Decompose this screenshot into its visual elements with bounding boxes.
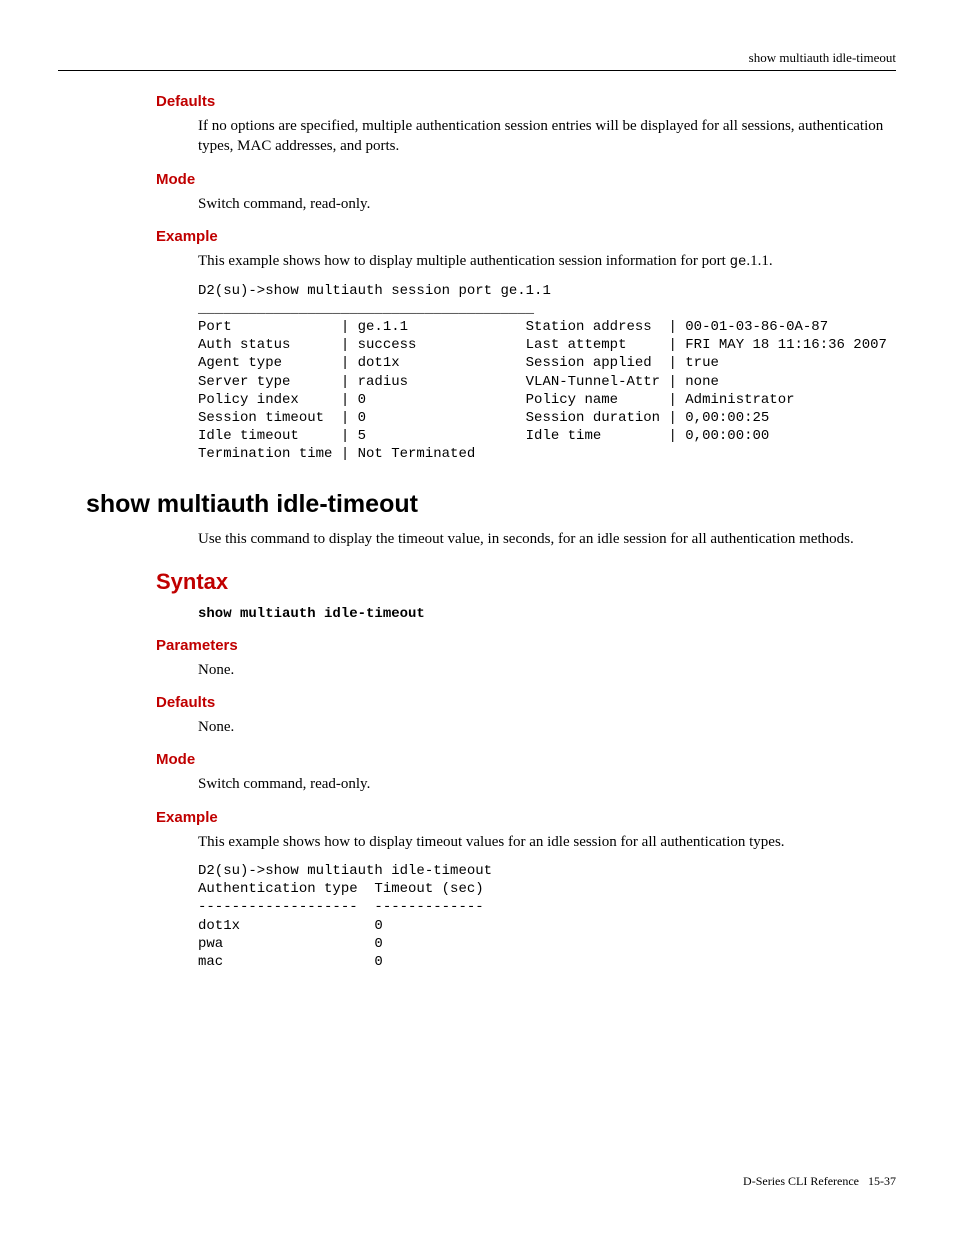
section-defaults-body: If no options are specified, multiple au…: [198, 116, 896, 157]
section-example2-intro: This example shows how to display timeou…: [198, 832, 896, 852]
section-example-intro: This example shows how to display multip…: [198, 251, 896, 272]
example-intro-before: This example shows how to display multip…: [198, 253, 730, 269]
section-example-code: D2(su)->show multiauth session port ge.1…: [198, 282, 896, 464]
section-parameters-body: None.: [198, 660, 896, 680]
section-defaults2-heading: Defaults: [156, 694, 896, 711]
syntax-heading: Syntax: [156, 569, 896, 595]
example-intro-after: .1.1.: [746, 253, 772, 269]
section-mode2-body: Switch command, read-only.: [198, 774, 896, 794]
footer-doc-title: D-Series CLI Reference: [743, 1174, 859, 1188]
page: show multiauth idle-timeout Defaults If …: [0, 0, 954, 1235]
running-title: show multiauth idle-timeout: [749, 50, 896, 65]
section-mode-body: Switch command, read-only.: [198, 194, 896, 214]
section-defaults2-body: None.: [198, 717, 896, 737]
syntax-code: show multiauth idle-timeout: [198, 605, 896, 623]
page-footer: D-Series CLI Reference 15-37: [743, 1174, 896, 1189]
section-parameters-heading: Parameters: [156, 637, 896, 654]
footer-page-number: 15-37: [868, 1174, 896, 1188]
section-example2-code: D2(su)->show multiauth idle-timeout Auth…: [198, 862, 896, 971]
section-example-heading: Example: [156, 228, 896, 245]
page-header: show multiauth idle-timeout: [58, 50, 896, 71]
command-title: show multiauth idle-timeout: [86, 490, 896, 519]
command-description: Use this command to display the timeout …: [198, 529, 896, 549]
example-intro-code: ge: [730, 254, 747, 270]
section-mode-heading: Mode: [156, 171, 896, 188]
section-mode2-heading: Mode: [156, 751, 896, 768]
section-defaults-heading: Defaults: [156, 93, 896, 110]
section-example2-heading: Example: [156, 809, 896, 826]
